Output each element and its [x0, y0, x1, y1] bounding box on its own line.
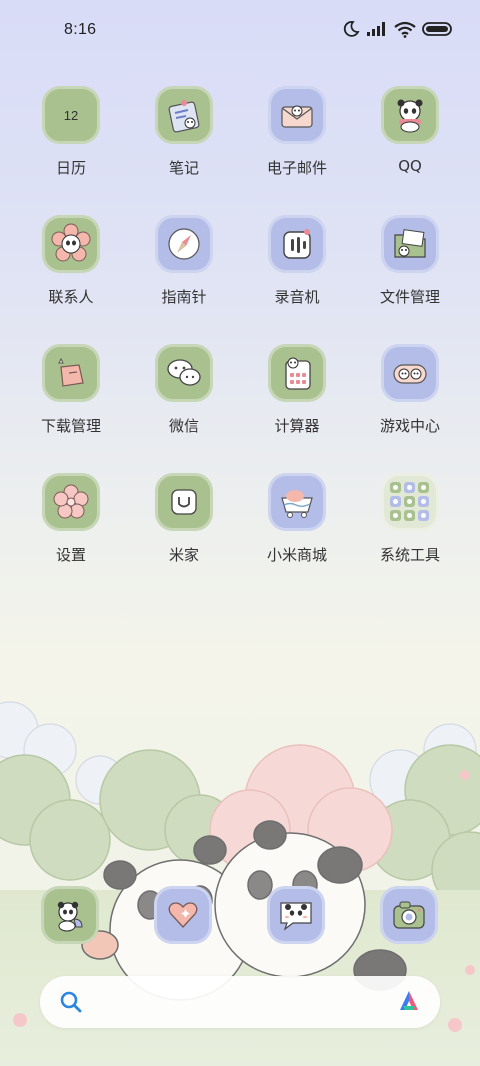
battery-icon — [422, 22, 452, 36]
app-label: 系统工具 — [379, 546, 440, 564]
app-mijia[interactable]: 米家 — [129, 473, 239, 565]
app-mi-store[interactable]: 小米商城 — [242, 473, 352, 565]
app-row: 设置 米家 小米商城 系统工具 — [0, 473, 480, 603]
search-icon[interactable] — [60, 991, 82, 1013]
app-qq[interactable]: QQ — [355, 86, 465, 175]
dock-camera[interactable] — [380, 886, 438, 944]
app-label: QQ — [398, 157, 422, 175]
dock-browser[interactable] — [267, 886, 325, 944]
app-file-manager[interactable]: 文件管理 — [355, 215, 465, 307]
status-icons — [342, 20, 454, 38]
signal-icon — [367, 22, 385, 36]
app-label: 联系人 — [48, 288, 94, 306]
camera-icon — [380, 886, 438, 944]
heart-message-icon — [154, 886, 212, 944]
app-system-tools-folder[interactable]: 系统工具 — [355, 473, 465, 565]
calendar-icon: 12 — [42, 86, 100, 144]
search-bar[interactable] — [40, 976, 440, 1028]
app-label: 米家 — [168, 546, 199, 564]
moon-icon — [343, 21, 360, 37]
system-tools-folder-icon — [381, 473, 439, 531]
app-download-manager[interactable]: 下载管理 — [16, 344, 126, 436]
app-wechat[interactable]: 微信 — [129, 344, 239, 436]
calendar-date: 12 — [63, 107, 79, 123]
download-icon — [42, 344, 100, 402]
app-label: 电子邮件 — [266, 159, 327, 177]
dock-messages[interactable] — [154, 886, 212, 944]
wechat-icon — [155, 344, 213, 402]
assistant-logo-icon[interactable] — [396, 988, 422, 1014]
email-icon — [268, 86, 326, 144]
mi-store-icon — [268, 473, 326, 531]
recorder-icon — [268, 215, 326, 273]
app-label: 指南针 — [161, 288, 207, 306]
app-calculator[interactable]: 计算器 — [242, 344, 352, 436]
dock-phone[interactable] — [41, 886, 99, 944]
wifi-icon — [394, 21, 416, 38]
status-time: 8:16 — [64, 21, 97, 38]
file-manager-icon — [381, 215, 439, 273]
game-center-icon — [381, 344, 439, 402]
app-email[interactable]: 电子邮件 — [242, 86, 352, 178]
app-label: 计算器 — [274, 417, 320, 435]
panda-phone-icon — [41, 886, 99, 944]
mijia-icon — [155, 473, 213, 531]
calculator-icon — [268, 344, 326, 402]
app-row: 联系人 指南针 录音机 文件管理 — [0, 215, 480, 345]
app-label: 文件管理 — [379, 288, 440, 306]
app-calendar[interactable]: 12 日历 — [16, 86, 126, 178]
panda-browser-icon — [267, 886, 325, 944]
app-label: 小米商城 — [266, 546, 327, 564]
app-recorder[interactable]: 录音机 — [242, 215, 352, 307]
app-label: 微信 — [168, 417, 199, 435]
app-compass[interactable]: 指南针 — [129, 215, 239, 307]
status-bar: 8:16 — [0, 0, 480, 62]
settings-flower-icon — [42, 473, 100, 531]
app-label: 游戏中心 — [379, 417, 440, 435]
compass-icon — [155, 215, 213, 273]
app-game-center[interactable]: 游戏中心 — [355, 344, 465, 436]
app-label: 下载管理 — [40, 417, 101, 435]
app-row: 12 日历 笔记 电子邮件 QQ — [0, 86, 480, 216]
app-settings[interactable]: 设置 — [16, 473, 126, 565]
app-contacts[interactable]: 联系人 — [16, 215, 126, 307]
qq-icon — [381, 86, 439, 144]
app-label: 笔记 — [168, 159, 199, 177]
app-label: 录音机 — [274, 288, 320, 306]
app-label: 设置 — [55, 546, 86, 564]
contacts-icon — [42, 215, 100, 273]
app-row: 下载管理 微信 计算器 游戏中心 — [0, 344, 480, 474]
notes-icon — [155, 86, 213, 144]
app-notes[interactable]: 笔记 — [129, 86, 239, 178]
app-label: 日历 — [55, 159, 86, 177]
